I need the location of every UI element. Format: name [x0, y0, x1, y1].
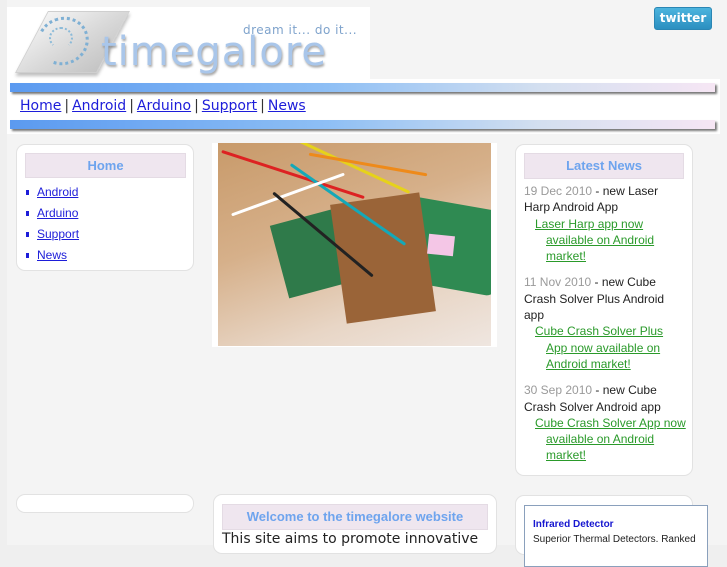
header-divider-top: [7, 79, 720, 97]
header-divider-bottom: [7, 116, 720, 134]
photo-panel: [212, 143, 497, 347]
sidebar-item-arduino: Arduino: [17, 203, 193, 224]
bullet-icon: [26, 232, 29, 237]
news-date: 19 Dec 2010: [524, 184, 593, 198]
nav-link-support[interactable]: Support: [202, 98, 257, 114]
logo-text: timegalore: [101, 29, 328, 75]
swirl-inner-icon: [49, 27, 73, 49]
sidebar-item-android: Android: [17, 182, 193, 203]
sidebar-link-arduino[interactable]: Arduino: [37, 206, 78, 220]
news-item: 19 Dec 2010 - new Laser Harp Android App…: [524, 183, 686, 264]
site-logo[interactable]: dream it... do it... timegalore: [7, 7, 370, 79]
bullet-icon: [26, 190, 29, 195]
sticker-shape: [427, 233, 455, 257]
latest-news-panel: Latest News 19 Dec 2010 - new Laser Harp…: [515, 144, 693, 476]
gradient-bar: [10, 120, 715, 129]
sidebar-list: Android Arduino Support News: [17, 182, 193, 266]
news-link-text: Laser Harp app now: [535, 216, 644, 231]
sidebar-link-news[interactable]: News: [37, 248, 67, 262]
news-link[interactable]: Cube Crash Solver Plus App now available …: [535, 323, 686, 372]
news-link-text: Cube Crash Solver Plus: [535, 324, 664, 339]
nav-separator: |: [260, 98, 265, 114]
welcome-text: This site aims to promote innovative: [222, 531, 479, 547]
nav-link-news[interactable]: News: [268, 98, 306, 114]
stripboard-shape: [330, 192, 436, 324]
ad-box[interactable]: Infrared Detector Superior Thermal Detec…: [524, 505, 708, 567]
latest-news-title: Latest News: [524, 153, 684, 179]
ad-title-link[interactable]: Infrared Detector: [533, 519, 614, 530]
bullet-icon: [26, 253, 29, 258]
sidebar-panel: Home Android Arduino Support News: [16, 144, 194, 271]
nav-separator: |: [129, 98, 134, 114]
gradient-bar: [10, 83, 715, 92]
news-link-text: available on Android market!: [546, 232, 655, 264]
news-date: 11 Nov 2010: [524, 275, 592, 290]
empty-sidebar-panel: [16, 494, 194, 513]
news-item: 11 Nov 2010 - new Cube Crash Solver Plus…: [524, 274, 686, 372]
ad-text: Superior Thermal Detectors. Ranked: [533, 534, 696, 545]
sidebar-item-support: Support: [17, 224, 193, 245]
news-date: 30 Sep 2010: [524, 383, 593, 398]
welcome-title: Welcome to the timegalore website: [222, 504, 488, 530]
news-link[interactable]: Cube Crash Solver App now available on An…: [535, 415, 686, 464]
news-link[interactable]: Laser Harp app now available on Android m…: [535, 216, 686, 265]
news-list: 19 Dec 2010 - new Laser Harp Android App…: [516, 179, 692, 464]
sidebar-link-android[interactable]: Android: [37, 185, 78, 199]
sidebar-title: Home: [25, 153, 186, 178]
nav-link-arduino[interactable]: Arduino: [137, 98, 191, 114]
nav-separator: |: [194, 98, 199, 114]
circuit-photo: [218, 143, 491, 346]
bullet-icon: [26, 211, 29, 216]
sidebar-link-support[interactable]: Support: [37, 227, 79, 241]
news-link-text: App now available on Android market!: [546, 340, 661, 371]
news-link-text: available on Android market!: [546, 432, 655, 463]
nav-link-android[interactable]: Android: [72, 98, 126, 114]
twitter-button[interactable]: twitter: [654, 7, 712, 30]
top-nav: Home | Android | Arduino | Support | News: [7, 97, 720, 116]
ad-panel: Infrared Detector Superior Thermal Detec…: [515, 495, 708, 567]
news-link-text: Cube Crash Solver App now: [535, 415, 686, 430]
nav-separator: |: [64, 98, 70, 114]
welcome-panel: Welcome to the timegalore website This s…: [213, 494, 497, 554]
sidebar-item-news: News: [17, 245, 193, 266]
nav-link-home[interactable]: Home: [20, 98, 61, 114]
news-item: 30 Sep 2010 - new Cube Crash Solver Andr…: [524, 382, 686, 463]
